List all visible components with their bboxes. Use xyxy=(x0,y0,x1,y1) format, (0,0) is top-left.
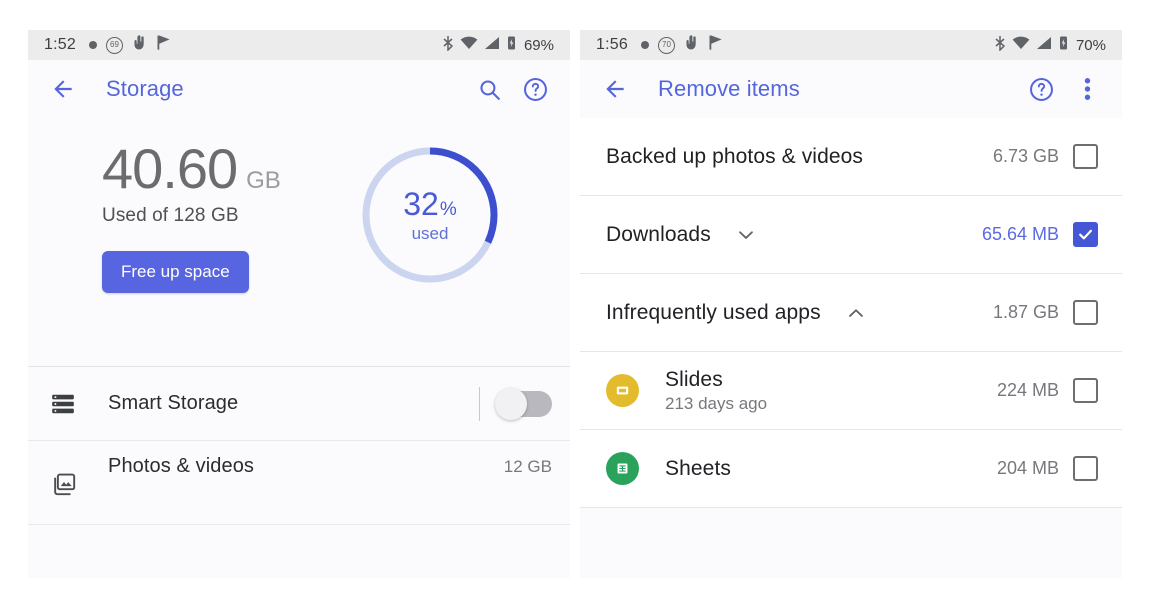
free-up-space-button[interactable]: Free up space xyxy=(102,251,249,293)
flag-icon xyxy=(156,34,171,56)
list-item-size: 1.87 GB xyxy=(992,302,1059,322)
status-bar-left-icons: 70 xyxy=(640,34,723,56)
list-item-checkbox[interactable] xyxy=(1073,222,1098,247)
photo-library-icon xyxy=(50,471,96,498)
row-label: Photos & videos xyxy=(108,455,255,477)
storage-donut-chart: 32 % used xyxy=(356,141,504,289)
status-bar-right-icons: 70% xyxy=(994,35,1106,56)
list-item-text: Backed up photos & videos xyxy=(606,145,863,169)
search-icon[interactable] xyxy=(472,72,506,106)
wifi-icon xyxy=(460,36,478,55)
list-item[interactable]: Slides 213 days ago 224 MB xyxy=(580,352,1122,430)
list-item-size: 6.73 GB xyxy=(992,146,1059,166)
battery-circle-icon: 70 xyxy=(657,36,675,54)
smart-storage-toggle[interactable] xyxy=(495,387,552,420)
status-bar-right: 1:56 70 70% xyxy=(580,30,1122,60)
help-circle-icon[interactable] xyxy=(1024,72,1058,106)
storage-used-number: 40.60 xyxy=(102,137,238,200)
list-item-text: Sheets xyxy=(665,457,731,481)
row-divider xyxy=(479,386,480,421)
donut-used-label: used xyxy=(411,223,449,243)
donut-percent: 32 % xyxy=(403,186,457,223)
list-item-label: Backed up photos & videos xyxy=(606,144,864,168)
storage-used-of-label: Used of 128 GB xyxy=(102,205,239,226)
donut-center-label: 32 % used xyxy=(356,141,504,289)
row-photos-top: Photos & videos 12 GB xyxy=(108,455,552,478)
battery-circle-icon: 69 xyxy=(105,36,123,54)
list-item-checkbox[interactable] xyxy=(1073,456,1098,481)
status-bar-time: 1:52 xyxy=(44,36,76,53)
app-bar-left: Storage xyxy=(28,60,570,118)
donut-percent-value: 32 xyxy=(403,185,439,222)
screenshot-page: 1:52 69 69% Storage 40.60 GB Used of 128… xyxy=(0,0,1157,600)
list-item-checkbox[interactable] xyxy=(1073,300,1098,325)
row-smart-storage-body: Smart Storage xyxy=(96,392,471,415)
list-item-text: Downloads xyxy=(606,223,711,247)
more-vert-icon[interactable] xyxy=(1070,72,1104,106)
list-item[interactable]: Infrequently used apps 1.87 GB xyxy=(580,274,1122,352)
row-smart-storage[interactable]: Smart Storage xyxy=(28,367,570,441)
list-item-label: Infrequently used apps xyxy=(606,300,821,324)
storage-summary-card: 40.60 GB Used of 128 GB Free up space 32 xyxy=(28,118,570,367)
page-title: Storage xyxy=(106,76,184,101)
battery-percent-label: 69% xyxy=(523,36,554,54)
list-item-text: Infrequently used apps xyxy=(606,301,821,325)
battery-charging-icon xyxy=(1058,35,1069,56)
list-item-text: Slides 213 days ago xyxy=(665,368,767,414)
chevron-down-icon[interactable] xyxy=(735,224,757,246)
battery-percent-label: 70% xyxy=(1075,36,1106,54)
hand-icon xyxy=(684,34,699,56)
row-photos-videos[interactable]: Photos & videos 12 GB xyxy=(28,441,570,525)
chevron-up-icon[interactable] xyxy=(845,302,867,324)
arrow-back-icon[interactable] xyxy=(598,72,632,106)
list-item-size: 204 MB xyxy=(996,458,1059,478)
storage-summary-text: 40.60 GB Used of 128 GB Free up space xyxy=(28,136,328,293)
check-icon xyxy=(1079,229,1092,240)
status-bar-time: 1:56 xyxy=(596,36,628,53)
wifi-icon xyxy=(1012,36,1030,55)
phone-screenshot-right: 1:56 70 70% Remove items Backed up photo… xyxy=(580,30,1122,578)
slides-icon xyxy=(606,374,639,407)
row-label: Smart Storage xyxy=(108,392,239,414)
list-item[interactable]: Backed up photos & videos 6.73 GB xyxy=(580,118,1122,196)
list-item-checkbox[interactable] xyxy=(1073,144,1098,169)
status-bar-left: 1:52 69 69% xyxy=(28,30,570,60)
status-bar-right-icons: 69% xyxy=(442,35,554,56)
list-item-checkbox[interactable] xyxy=(1073,378,1098,403)
status-bar-left-icons: 69 xyxy=(88,34,171,56)
help-circle-icon[interactable] xyxy=(518,72,552,106)
storage-stack-icon xyxy=(50,391,96,417)
list-item-label: Downloads xyxy=(606,222,711,246)
list-item-sublabel: 213 days ago xyxy=(665,393,768,413)
toggle-knob xyxy=(495,387,527,420)
battery-charging-icon xyxy=(506,35,517,56)
list-item-label: Slides xyxy=(665,367,723,391)
row-value: 12 GB xyxy=(503,457,552,476)
signal-icon xyxy=(1036,36,1052,55)
list-item[interactable]: Sheets 204 MB xyxy=(580,430,1122,508)
storage-used-amount: 40.60 GB xyxy=(102,136,328,201)
bluetooth-icon xyxy=(442,35,454,56)
sheets-icon xyxy=(606,452,639,485)
list-item-label: Sheets xyxy=(665,456,731,480)
dot-icon xyxy=(88,41,97,49)
bluetooth-icon xyxy=(994,35,1006,56)
hand-icon xyxy=(132,34,147,56)
arrow-back-icon[interactable] xyxy=(46,72,80,106)
row-photos-videos-body: Photos & videos 12 GB xyxy=(96,455,552,478)
list-item[interactable]: Downloads 65.64 MB xyxy=(580,196,1122,274)
app-bar-right: Remove items xyxy=(580,60,1122,118)
donut-percent-symbol: % xyxy=(439,198,457,220)
storage-used-unit: GB xyxy=(246,167,281,194)
signal-icon xyxy=(484,36,500,55)
dot-icon xyxy=(640,41,649,49)
list-item-size: 65.64 MB xyxy=(981,224,1059,244)
flag-icon xyxy=(708,34,723,56)
page-title: Remove items xyxy=(658,76,800,101)
list-item-size: 224 MB xyxy=(996,380,1059,400)
phone-screenshot-left: 1:52 69 69% Storage 40.60 GB Used of 128… xyxy=(28,30,570,578)
